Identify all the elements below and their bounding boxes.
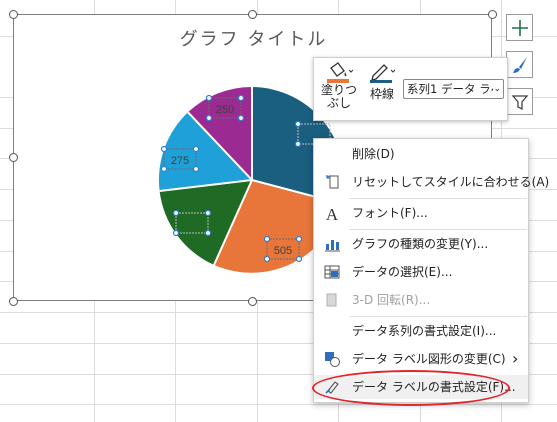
fill-label-2: ぶし (326, 96, 351, 110)
label-shape-icon (325, 352, 340, 367)
chart-styles-button[interactable] (506, 51, 533, 78)
filter-icon (511, 94, 528, 110)
menu-item-font[interactable]: A フォント(F)... (314, 201, 528, 225)
menu-item-3d-rotation[interactable]: 3-D 回転(R)... (314, 288, 528, 312)
plus-icon (511, 19, 528, 36)
menu-item-label: リセットしてスタイルに合わせる(A) (352, 175, 550, 189)
menu-item-reset-style[interactable]: リセットしてスタイルに合わせる(A) (314, 170, 549, 194)
svg-text:A: A (326, 205, 339, 221)
reset-style-icon (326, 175, 339, 189)
menu-item-label: フォント(F)... (352, 206, 428, 220)
menu-separator (349, 316, 527, 317)
menu-item-change-label-shape[interactable]: データ ラベル図形の変更(C) › (314, 347, 528, 371)
chart-elements-button[interactable] (506, 14, 533, 41)
highlight-ellipse (312, 370, 510, 406)
resize-handle-top-left[interactable] (9, 10, 18, 19)
outline-button[interactable]: 枠線 (364, 62, 400, 118)
fill-button[interactable]: 塗りつ ぶし (320, 62, 358, 118)
resize-handle-bottom-left[interactable] (9, 297, 18, 306)
menu-item-label: 削除(D) (352, 147, 395, 161)
outline-label: 枠線 (369, 87, 394, 101)
data-label-text: 505 (274, 245, 292, 257)
menu-separator (349, 229, 527, 230)
select-data-icon (324, 265, 340, 279)
menu-item-label: データの選択(E)... (352, 265, 453, 279)
chart-element-select-value: 系列1 データ ラベ (407, 82, 503, 96)
menu-item-delete[interactable]: 削除(D) (314, 142, 528, 166)
menu-item-format-data-series[interactable]: データ系列の書式設定(I)... (314, 319, 528, 343)
brush-icon (512, 56, 527, 73)
paint-bucket-icon (327, 62, 354, 83)
menu-item-select-data[interactable]: データの選択(E)... (314, 260, 528, 284)
resize-handle-top[interactable] (248, 10, 257, 19)
resize-handle-top-right[interactable] (488, 10, 497, 19)
resize-handle-bottom[interactable] (248, 297, 257, 306)
menu-item-label: データ ラベル図形の変更(C) (352, 352, 506, 366)
menu-item-label: 3-D 回転(R)... (352, 293, 431, 307)
submenu-arrow-icon: › (512, 349, 519, 368)
data-label-text: 275 (171, 155, 189, 167)
format-toolbar: 塗りつ ぶし 枠線 系列1 データ ラベ ⌄ (313, 57, 508, 121)
data-label-text: 250 (216, 104, 234, 116)
chevron-down-icon: ⌄ (493, 80, 501, 98)
resize-handle-left[interactable] (9, 153, 18, 162)
menu-separator (349, 198, 527, 199)
menu-item-label: グラフの種類の変更(Y)... (352, 237, 489, 251)
pen-icon (370, 64, 396, 83)
chart-type-icon (325, 240, 340, 252)
3d-rotation-icon (326, 293, 337, 307)
chart-element-select[interactable]: 系列1 データ ラベ ⌄ (403, 79, 504, 99)
context-menu: 削除(D) リセットしてスタイルに合わせる(A) A フォント(F)... グラ… (313, 138, 549, 403)
menu-item-label: データ系列の書式設定(I)... (352, 324, 497, 338)
menu-item-change-chart-type[interactable]: グラフの種類の変更(Y)... (314, 232, 528, 256)
chart-filters-button[interactable] (506, 88, 533, 115)
font-icon: A (326, 205, 339, 221)
